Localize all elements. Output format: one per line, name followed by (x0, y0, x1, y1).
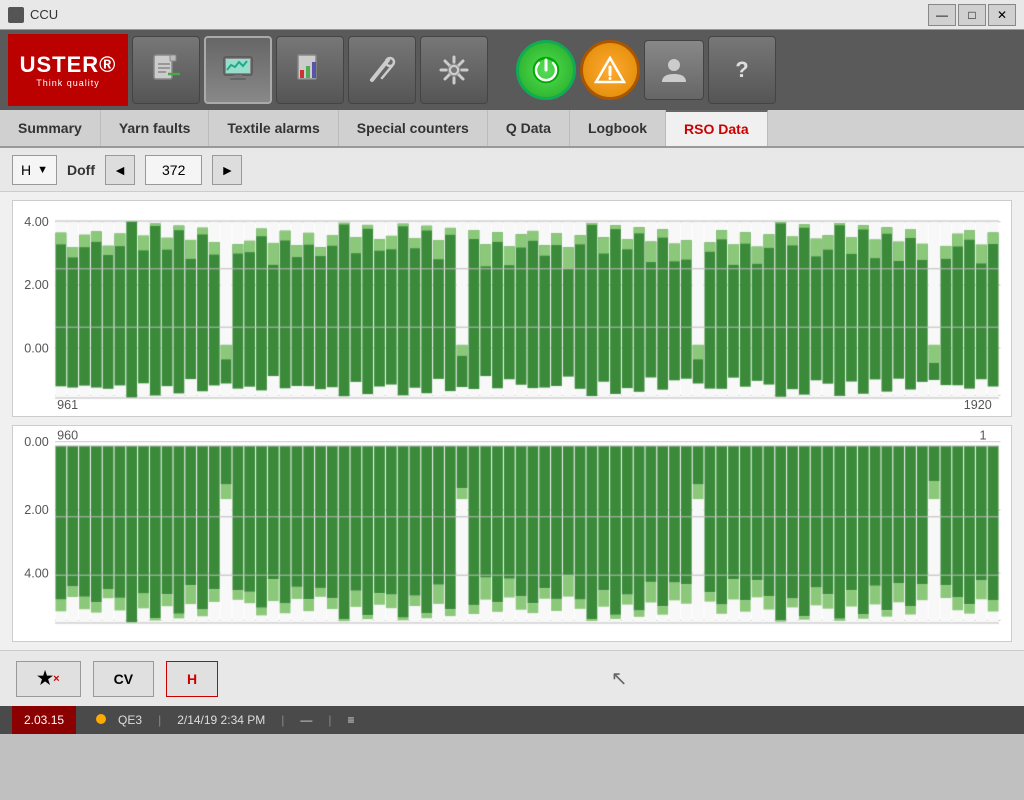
status-bar: 2.03.15 QE3 | 2/14/19 2:34 PM | — | ≡ (0, 706, 1024, 734)
report-button[interactable] (276, 36, 344, 104)
sep3-dash: — (300, 713, 312, 727)
tagline: Think quality (36, 78, 100, 88)
close-button[interactable]: ✕ (988, 4, 1016, 26)
star-icon: ★ (37, 668, 53, 689)
tab-logbook[interactable]: Logbook (570, 110, 666, 146)
logo: USTER® Think quality (8, 34, 128, 106)
tab-textile-alarms[interactable]: Textile alarms (209, 110, 338, 146)
charts-area: 4.00 2.00 0.00 961 1920 0.00 2.00 4.00 (0, 192, 1024, 650)
sep4: | (328, 713, 331, 727)
help-icon: ? (735, 57, 748, 83)
dropdown-value: H (21, 162, 31, 178)
doff-label: Doff (67, 162, 95, 178)
h-button[interactable]: H (166, 661, 218, 697)
alert-button[interactable] (580, 40, 640, 100)
prev-doff-button[interactable]: ◄ (105, 155, 135, 185)
app-icon (8, 7, 24, 23)
chart-bottom: 0.00 2.00 4.00 960 1 (12, 425, 1012, 642)
cursor-indicator: ↖ (611, 666, 628, 691)
tab-bar: Summary Yarn faults Textile alarms Speci… (0, 110, 1024, 148)
main-content: H ▼ Doff ◄ 372 ► 4.00 2.00 0.00 961 1920 (0, 148, 1024, 706)
help-button[interactable]: ? (708, 36, 776, 104)
minimize-button[interactable]: — (928, 4, 956, 26)
doff-number: 372 (145, 155, 202, 185)
tab-yarn-faults[interactable]: Yarn faults (101, 110, 210, 146)
toolbar: USTER® Think quality ? (0, 30, 1024, 110)
status-text: QE3 (118, 713, 142, 727)
tab-q-data[interactable]: Q Data (488, 110, 570, 146)
tab-summary[interactable]: Summary (0, 110, 101, 146)
monitor-button[interactable] (204, 36, 272, 104)
dropdown-arrow-icon: ▼ (37, 164, 48, 176)
tab-rso-data[interactable]: RSO Data (666, 110, 768, 146)
h-dropdown[interactable]: H ▼ (12, 155, 57, 185)
window-controls: — □ ✕ (928, 4, 1016, 26)
title-bar-left: CCU (8, 7, 58, 23)
file-button[interactable] (132, 36, 200, 104)
version-label: 2.03.15 (12, 706, 76, 734)
brand-name: USTER® (20, 52, 117, 78)
bottom-bar: ★× CV H ↖ (0, 650, 1024, 706)
app-title: CCU (30, 7, 58, 22)
chart-top: 4.00 2.00 0.00 961 1920 (12, 200, 1012, 417)
tab-special-counters[interactable]: Special counters (339, 110, 488, 146)
star-button[interactable]: ★× (16, 661, 81, 697)
settings-button[interactable] (420, 36, 488, 104)
sep1: | (158, 713, 161, 727)
controls-row: H ▼ Doff ◄ 372 ► (0, 148, 1024, 192)
user-button[interactable] (644, 40, 704, 100)
cv-button[interactable]: CV (93, 661, 154, 697)
title-bar: CCU — □ ✕ (0, 0, 1024, 30)
datetime-text: 2/14/19 2:34 PM (177, 713, 265, 727)
power-button[interactable] (516, 40, 576, 100)
maximize-button[interactable]: □ (958, 4, 986, 26)
next-doff-button[interactable]: ► (212, 155, 242, 185)
menu-icon[interactable]: ≡ (348, 713, 355, 727)
sep2: | (281, 713, 284, 727)
tools-button[interactable] (348, 36, 416, 104)
status-dot (96, 713, 110, 727)
